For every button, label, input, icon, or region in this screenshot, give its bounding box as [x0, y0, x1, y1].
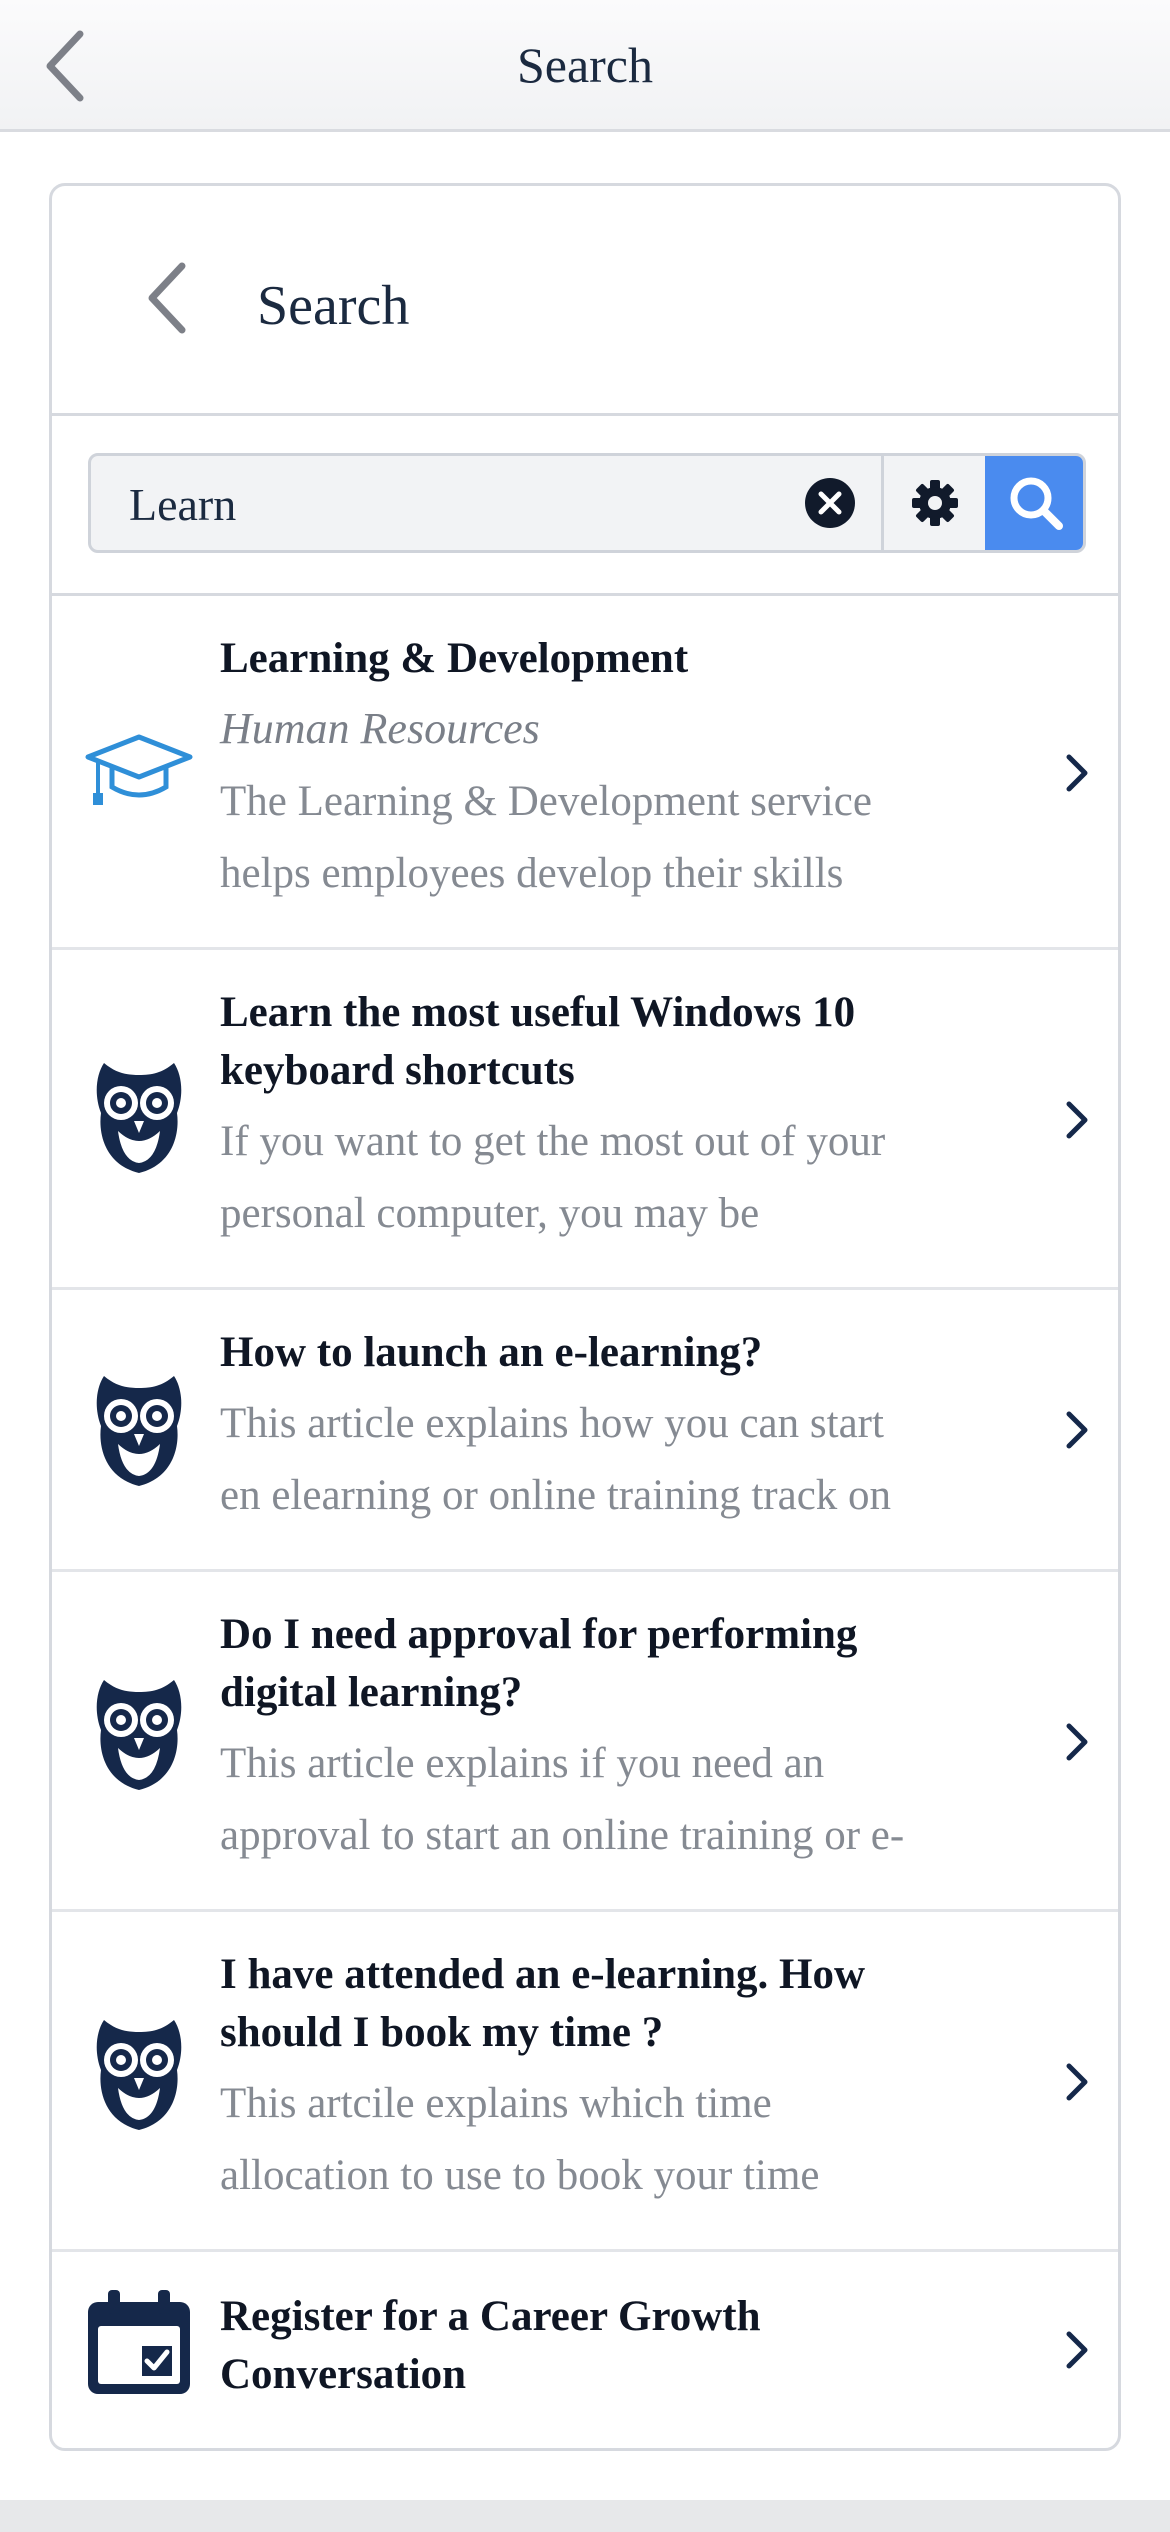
owl-icon — [96, 1376, 182, 1486]
search-settings-button[interactable] — [881, 456, 985, 550]
chevron-right-icon — [1066, 1723, 1088, 1761]
result-item[interactable]: How to launch an e-learning? This articl… — [52, 1290, 1118, 1572]
chevron-right-icon — [1066, 2063, 1088, 2101]
chevron-right-icon — [1066, 1101, 1088, 1139]
owl-icon — [96, 2020, 182, 2130]
page-title: Search — [516, 37, 654, 93]
calendar-check-icon — [88, 2290, 190, 2394]
result-description: This artcile explains which time allocat… — [220, 2080, 820, 2199]
result-item[interactable]: Learning & Development Human Resources T… — [52, 596, 1118, 950]
result-title: How to launch an e-learning? — [220, 1329, 763, 1376]
card-title: Search — [257, 275, 410, 337]
result-item[interactable]: I have attended an e-learning. How shoul… — [52, 1912, 1118, 2252]
graduation-cap-icon — [85, 734, 193, 805]
result-description: The Learning & Development service helps… — [220, 778, 872, 897]
owl-icon — [96, 1680, 182, 1790]
chevron-right-icon — [1066, 754, 1088, 792]
result-title: Do I need approval for performing digita… — [220, 1611, 858, 1716]
result-item[interactable]: Do I need approval for performing digita… — [52, 1572, 1118, 1912]
chevron-right-icon — [1066, 2331, 1088, 2369]
result-title: Learn the most useful Windows 10 keyboar… — [220, 989, 856, 1094]
bottom-bar — [0, 2500, 1170, 2532]
top-nav-bar: Search — [0, 0, 1170, 132]
owl-icon — [96, 1063, 182, 1173]
result-item[interactable]: Register for a Career Growth Conversatio… — [52, 2252, 1118, 2448]
result-description: This article explains if you need an app… — [220, 1740, 905, 1859]
result-category: Human Resources — [220, 704, 540, 753]
result-title: Learning & Development — [220, 635, 689, 682]
search-input[interactable] — [91, 456, 831, 550]
card-header: Search — [52, 186, 1118, 416]
result-title: I have attended an e-learning. How shoul… — [220, 1951, 865, 2056]
result-description: This article explains how you can start … — [220, 1400, 892, 1519]
card-back-arrow-icon[interactable] — [142, 258, 192, 338]
search-card: Search Learn Learning & Development Huma… — [49, 183, 1121, 2451]
search-submit-button[interactable] — [985, 456, 1083, 550]
clear-search-icon[interactable] — [803, 476, 857, 530]
result-description: If you want to get the most out of your … — [220, 1118, 886, 1237]
search-icon — [1010, 477, 1063, 530]
search-box — [88, 453, 1086, 553]
result-item[interactable]: Learn the most useful Windows 10 keyboar… — [52, 950, 1118, 1290]
gear-icon — [911, 480, 958, 526]
chevron-right-icon — [1066, 1411, 1088, 1449]
search-row — [52, 416, 1118, 596]
result-title: Register for a Career Growth Conversatio… — [220, 2293, 761, 2398]
